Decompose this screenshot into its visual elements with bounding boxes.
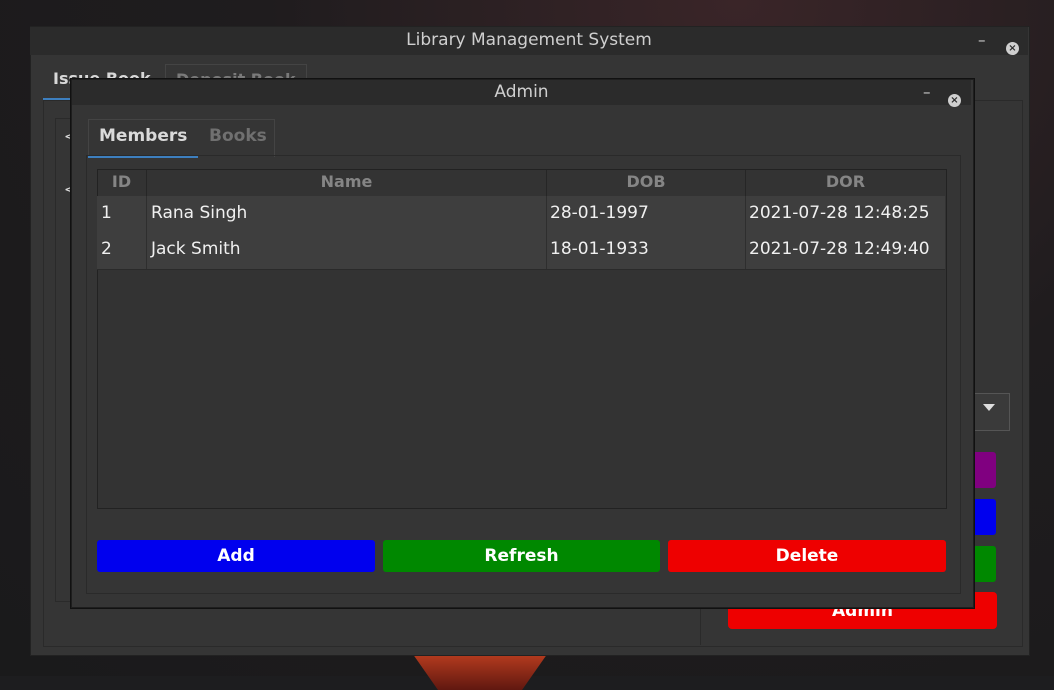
cell-dob: 18-01-1933 bbox=[550, 239, 649, 259]
close-icon: × bbox=[948, 94, 961, 107]
column-divider bbox=[745, 196, 746, 269]
cell-id: 1 bbox=[101, 203, 112, 223]
cell-id: 2 bbox=[101, 239, 112, 259]
chevron-down-icon bbox=[983, 404, 995, 411]
admin-minimize-button[interactable]: – bbox=[923, 80, 931, 105]
main-titlebar: Library Management System – × bbox=[30, 27, 1028, 55]
admin-window-title: Admin bbox=[494, 82, 549, 102]
column-header-name[interactable]: Name bbox=[147, 170, 547, 197]
tab-members[interactable]: Members bbox=[88, 122, 199, 158]
column-divider bbox=[146, 196, 147, 269]
refresh-button[interactable]: Refresh bbox=[383, 540, 660, 572]
delete-button[interactable]: Delete bbox=[668, 540, 946, 572]
cell-name: Jack Smith bbox=[151, 239, 241, 259]
main-minimize-button[interactable]: – bbox=[978, 27, 986, 53]
cell-dor: 2021-07-28 12:49:40 bbox=[749, 239, 930, 259]
column-divider bbox=[546, 196, 547, 269]
tab-books[interactable]: Books bbox=[198, 122, 278, 155]
add-button[interactable]: Add bbox=[97, 540, 375, 572]
cell-dor: 2021-07-28 12:48:25 bbox=[749, 203, 930, 223]
wallpaper-graphic bbox=[410, 650, 550, 690]
close-icon: × bbox=[1006, 42, 1019, 55]
admin-titlebar: Admin – × bbox=[72, 80, 971, 107]
main-window-title: Library Management System bbox=[406, 30, 652, 50]
cell-dob: 28-01-1997 bbox=[550, 203, 649, 223]
main-close-button[interactable]: × bbox=[1006, 33, 1019, 59]
admin-close-button[interactable]: × bbox=[948, 86, 961, 111]
cell-name: Rana Singh bbox=[151, 203, 248, 223]
column-header-id[interactable]: ID bbox=[97, 170, 147, 197]
column-header-dor[interactable]: DOR bbox=[746, 170, 945, 197]
column-header-dob[interactable]: DOB bbox=[547, 170, 746, 197]
